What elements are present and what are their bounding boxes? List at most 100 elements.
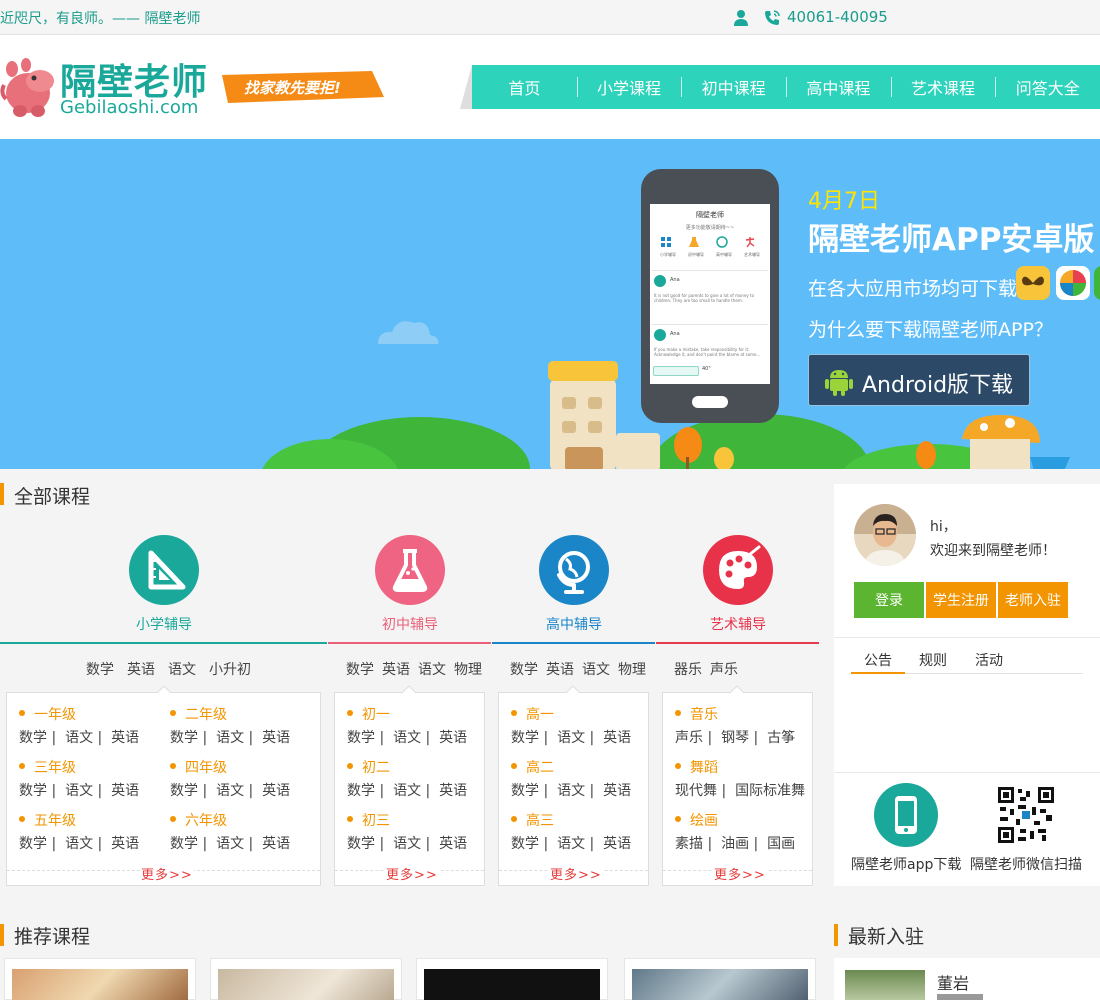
subject-link[interactable]: 数学	[170, 783, 198, 799]
mascot-logo-icon[interactable]	[0, 53, 56, 119]
tab-activities[interactable]: 活动	[975, 650, 1003, 670]
subject-link[interactable]: 英语	[262, 836, 290, 852]
teacher-join-button[interactable]: 老师入驻	[998, 582, 1068, 618]
subject-link[interactable]: 英语	[603, 836, 631, 852]
globe-icon[interactable]	[539, 535, 609, 605]
subject-link[interactable]: 英语	[111, 836, 139, 852]
subject-tab[interactable]: 语文	[418, 662, 446, 678]
subject-link[interactable]: 国际标准舞	[735, 783, 805, 799]
subject-link[interactable]: 国画	[767, 836, 795, 852]
subject-link[interactable]: 英语	[262, 783, 290, 799]
course-card[interactable]	[4, 958, 196, 1000]
grade-heading[interactable]: 四年级	[170, 757, 227, 777]
subject-tab[interactable]: 语文	[168, 662, 196, 678]
high-more-link[interactable]: 更多>>	[549, 864, 603, 883]
tab-rules[interactable]: 规则	[919, 650, 947, 670]
app-promo-banner[interactable]: 隔壁老师 更多功能敬请期待~~ 小学辅导 初中辅导 高中辅导 艺术辅导 Ana	[0, 139, 1100, 469]
subject-link[interactable]: 语文	[393, 730, 421, 746]
subject-link[interactable]: 声乐	[675, 730, 703, 746]
grade-heading[interactable]: 高二	[511, 757, 554, 777]
subject-tab[interactable]: 物理	[454, 662, 482, 678]
subject-link[interactable]: 数学	[511, 730, 539, 746]
subject-tab[interactable]: 数学	[86, 662, 114, 678]
grade-heading[interactable]: 绘画	[675, 810, 718, 830]
subject-link[interactable]: 语文	[216, 836, 244, 852]
subject-link[interactable]: 语文	[65, 836, 93, 852]
avatar[interactable]	[854, 504, 916, 566]
subject-link[interactable]: 数学	[170, 730, 198, 746]
butterfly-store-icon[interactable]	[1016, 266, 1050, 300]
wandoujia-store-icon[interactable]	[1094, 266, 1100, 300]
banner-subtitle-why[interactable]: 为什么要下载隔壁老师APP？	[808, 315, 1053, 342]
palette-icon[interactable]	[703, 535, 773, 605]
nav-high-courses[interactable]: 高中课程	[786, 65, 891, 109]
subject-link[interactable]: 语文	[65, 730, 93, 746]
subject-link[interactable]: 数学	[511, 836, 539, 852]
nav-qa[interactable]: 问答大全	[995, 65, 1100, 109]
grade-heading[interactable]: 五年级	[19, 810, 76, 830]
subject-link[interactable]: 语文	[65, 783, 93, 799]
subject-tab[interactable]: 数学	[346, 662, 374, 678]
app-download-label[interactable]: 隔壁老师app下载	[851, 854, 961, 874]
subject-link[interactable]: 英语	[439, 783, 467, 799]
grade-heading[interactable]: 初二	[347, 757, 390, 777]
subject-link[interactable]: 数学	[19, 836, 47, 852]
subject-tab[interactable]: 数学	[510, 662, 538, 678]
subject-link[interactable]: 语文	[557, 730, 585, 746]
course-card[interactable]	[416, 958, 608, 1000]
subject-link[interactable]: 数学	[19, 730, 47, 746]
subject-link[interactable]: 语文	[216, 730, 244, 746]
student-register-button[interactable]: 学生注册	[926, 582, 996, 618]
subject-tab[interactable]: 声乐	[710, 662, 738, 678]
mobile-phone-icon[interactable]	[874, 783, 938, 847]
grade-heading[interactable]: 初一	[347, 704, 390, 724]
nav-art-courses[interactable]: 艺术课程	[890, 65, 996, 109]
teacher-name[interactable]: 董岩	[937, 970, 969, 994]
grade-heading[interactable]: 音乐	[675, 704, 718, 724]
subject-tab[interactable]: 小升初	[209, 662, 251, 678]
subject-link[interactable]: 语文	[393, 836, 421, 852]
subject-link[interactable]: 语文	[216, 783, 244, 799]
subject-tab[interactable]: 物理	[618, 662, 646, 678]
subject-link[interactable]: 语文	[393, 783, 421, 799]
subject-link[interactable]: 钢琴	[721, 730, 749, 746]
subject-link[interactable]: 素描	[675, 836, 703, 852]
newest-teacher-card[interactable]: 董岩	[834, 958, 1100, 1000]
art-more-link[interactable]: 更多>>	[713, 864, 767, 883]
subject-link[interactable]: 语文	[557, 783, 585, 799]
grade-heading[interactable]: 六年级	[170, 810, 227, 830]
course-card[interactable]	[624, 958, 816, 1000]
subject-link[interactable]: 英语	[439, 730, 467, 746]
triangle-ruler-icon[interactable]	[129, 535, 199, 605]
subject-tab[interactable]: 英语	[382, 662, 410, 678]
android-download-button[interactable]: Android版下载	[808, 354, 1030, 406]
subject-tab[interactable]: 器乐	[674, 662, 702, 678]
nav-primary-courses[interactable]: 小学课程	[576, 65, 682, 109]
subject-link[interactable]: 油画	[721, 836, 749, 852]
subject-tab[interactable]: 语文	[582, 662, 610, 678]
subject-tab[interactable]: 英语	[546, 662, 574, 678]
flask-icon[interactable]	[375, 535, 445, 605]
grade-heading[interactable]: 二年级	[170, 704, 227, 724]
subject-link[interactable]: 现代舞	[675, 783, 717, 799]
grade-heading[interactable]: 初三	[347, 810, 390, 830]
tab-announcements[interactable]: 公告	[864, 650, 892, 670]
nav-middle-courses[interactable]: 初中课程	[681, 65, 786, 109]
grade-heading[interactable]: 一年级	[19, 704, 76, 724]
grade-heading[interactable]: 三年级	[19, 757, 76, 777]
subject-link[interactable]: 英语	[111, 730, 139, 746]
category-primary-label[interactable]: 小学辅导	[114, 614, 214, 634]
subject-link[interactable]: 数学	[347, 783, 375, 799]
grade-heading[interactable]: 高一	[511, 704, 554, 724]
primary-more-link[interactable]: 更多>>	[140, 864, 194, 883]
middle-more-link[interactable]: 更多>>	[385, 864, 439, 883]
category-middle-label[interactable]: 初中辅导	[360, 614, 460, 634]
subject-link[interactable]: 数学	[19, 783, 47, 799]
user-icon[interactable]	[733, 9, 749, 27]
subject-tab[interactable]: 英语	[127, 662, 155, 678]
grade-heading[interactable]: 舞蹈	[675, 757, 718, 777]
subject-link[interactable]: 英语	[111, 783, 139, 799]
grade-heading[interactable]: 高三	[511, 810, 554, 830]
subject-link[interactable]: 古筝	[767, 730, 795, 746]
nav-home[interactable]: 首页	[472, 65, 577, 109]
